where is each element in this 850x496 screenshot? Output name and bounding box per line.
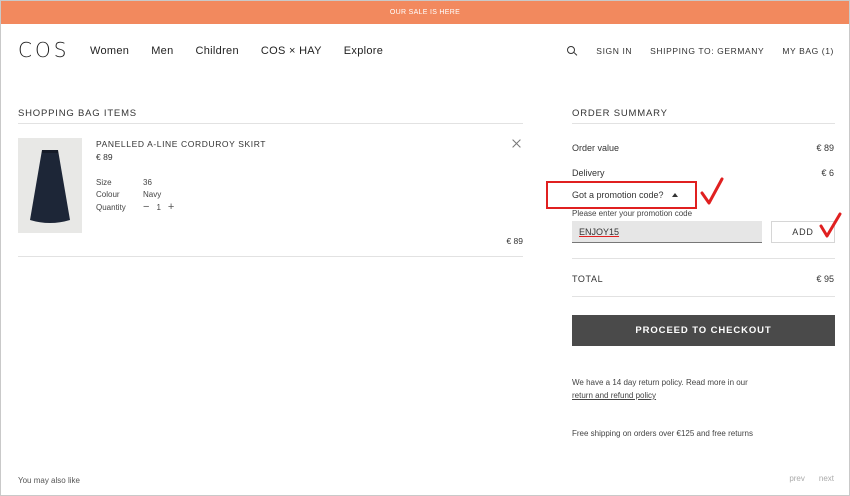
search-icon[interactable] [566, 45, 578, 57]
order-value: € 89 [816, 143, 834, 153]
policy-text: We have a 14 day return policy. Read mor… [572, 378, 748, 387]
quantity-value: 1 [156, 202, 161, 212]
shipping-note: Free shipping on orders over €125 and fr… [572, 429, 753, 438]
nav-children[interactable]: Children [196, 45, 239, 57]
nav-cos-hay[interactable]: COS × HAY [261, 45, 322, 57]
nav-men[interactable]: Men [151, 45, 173, 57]
nav-women[interactable]: Women [90, 45, 129, 57]
divider [572, 258, 835, 259]
my-bag-link[interactable]: MY BAG (1) [782, 46, 834, 56]
refund-policy-link[interactable]: return and refund policy [572, 391, 656, 400]
proceed-to-checkout-button[interactable]: PROCEED TO CHECKOUT [572, 315, 835, 346]
colour-label: Colour [96, 190, 120, 199]
decrease-quantity-button[interactable]: − [143, 202, 149, 213]
page-frame [0, 0, 850, 496]
divider [18, 123, 523, 124]
remove-item-icon[interactable] [511, 138, 523, 150]
divider [572, 296, 835, 297]
shipping-country-selector[interactable]: SHIPPING TO: GERMANY [650, 46, 764, 56]
total-value: € 95 [816, 274, 834, 284]
promo-toggle-label: Got a promotion code? [572, 190, 664, 200]
next-button[interactable]: next [819, 474, 834, 483]
summary-section-title: ORDER SUMMARY [572, 108, 668, 119]
main-nav: Women Men Children COS × HAY Explore [90, 45, 383, 57]
return-policy: We have a 14 day return policy. Read mor… [572, 376, 812, 402]
divider [18, 256, 523, 257]
also-like-title: You may also like [18, 476, 80, 485]
quantity-label: Quantity [96, 203, 126, 212]
promo-hint: Please enter your promotion code [572, 209, 693, 218]
nav-explore[interactable]: Explore [344, 45, 383, 57]
carousel-pager: prev next [789, 474, 834, 483]
brand-logo[interactable]: COS [18, 38, 69, 62]
product-image[interactable] [18, 138, 82, 233]
line-total: € 89 [506, 236, 523, 246]
delivery-label: Delivery [572, 168, 605, 178]
quantity-stepper: − 1 + [143, 202, 174, 213]
order-value-label: Order value [572, 143, 620, 153]
prev-button[interactable]: prev [789, 474, 805, 483]
size-value: 36 [143, 178, 152, 187]
promo-code-toggle[interactable]: Got a promotion code? [572, 190, 678, 200]
colour-value: Navy [143, 190, 162, 199]
skirt-image [18, 138, 82, 233]
product-name[interactable]: PANELLED A-LINE CORDUROY SKIRT [96, 139, 266, 149]
size-label: Size [96, 178, 112, 187]
increase-quantity-button[interactable]: + [168, 202, 174, 213]
delivery-value: € 6 [821, 168, 834, 178]
total-label: TOTAL [572, 274, 604, 284]
checkmark-icon [700, 177, 724, 205]
sign-in-link[interactable]: SIGN IN [596, 46, 632, 56]
bag-section-title: SHOPPING BAG ITEMS [18, 108, 137, 119]
sale-banner[interactable]: OUR SALE IS HERE [1, 1, 849, 24]
checkmark-icon [819, 212, 842, 238]
caret-up-icon [671, 193, 678, 197]
product-price: € 89 [96, 152, 113, 162]
divider [572, 123, 835, 124]
account-nav: SIGN IN SHIPPING TO: GERMANY MY BAG (1) [566, 45, 834, 57]
promo-code-input[interactable] [572, 221, 762, 243]
